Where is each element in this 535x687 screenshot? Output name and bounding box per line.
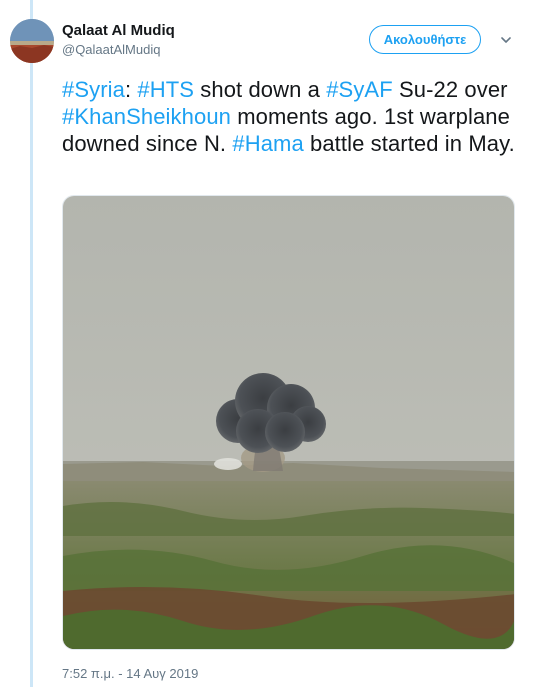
tweet-text-segment: shot down a bbox=[194, 77, 327, 102]
tweet-text-segment: : bbox=[124, 77, 138, 102]
hashtag-link[interactable]: #Hama bbox=[232, 131, 303, 156]
tweet-photo[interactable] bbox=[62, 195, 515, 650]
hashtag-link[interactable]: #Syria bbox=[62, 77, 125, 102]
hashtag-link[interactable]: #KhanSheikhoun bbox=[62, 104, 231, 129]
tweet-text-segment: Su-22 over bbox=[392, 77, 508, 102]
tweet-text-segment: battle started in May. bbox=[303, 131, 515, 156]
author-name[interactable]: Qalaat Al Mudiq bbox=[62, 22, 175, 39]
chevron-down-icon[interactable] bbox=[499, 33, 513, 47]
hashtag-link[interactable]: #SyAF bbox=[326, 77, 393, 102]
thread-line bbox=[30, 0, 33, 687]
tweet-timestamp[interactable]: 7:52 π.μ. - 14 Αυγ 2019 bbox=[62, 666, 198, 681]
author-handle[interactable]: @QalaatAlMudiq bbox=[62, 42, 160, 57]
avatar[interactable] bbox=[10, 19, 54, 63]
hashtag-link[interactable]: #HTS bbox=[137, 77, 194, 102]
tweet-text: #Syria: #HTS shot down a #SyAF Su-22 ove… bbox=[62, 76, 522, 157]
follow-button[interactable]: Ακολουθήστε bbox=[369, 25, 481, 54]
